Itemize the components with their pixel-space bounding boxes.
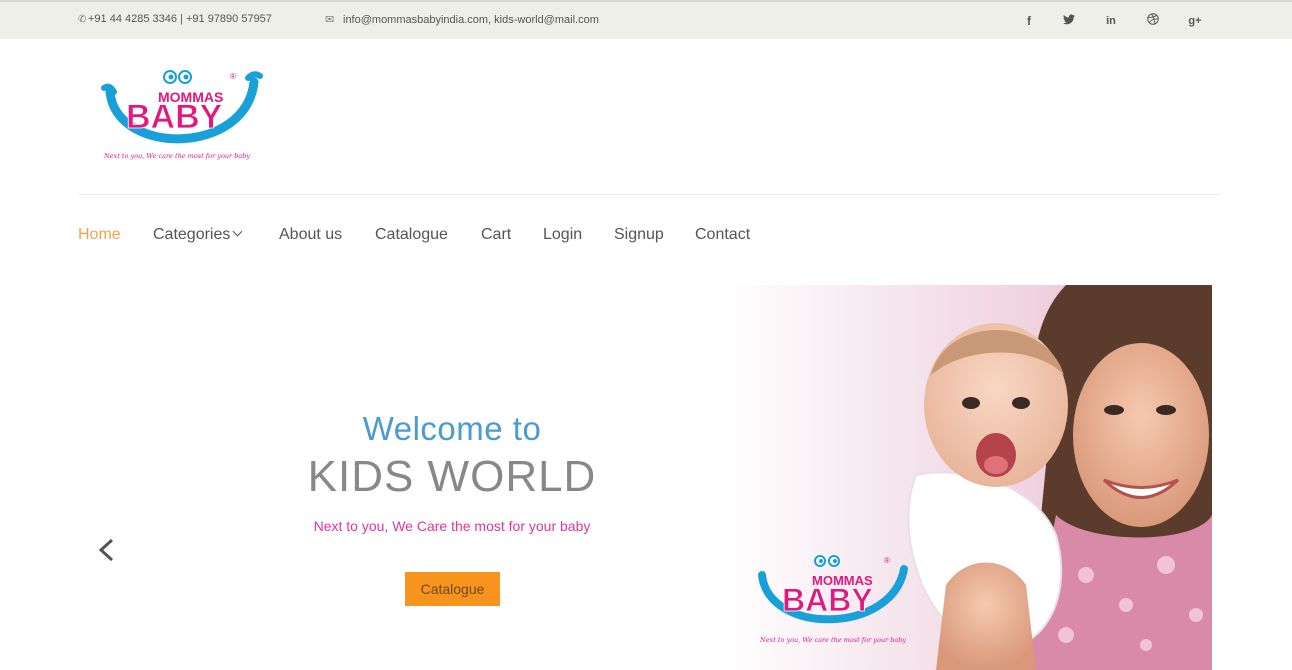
header-divider <box>78 194 1220 195</box>
nav-home[interactable]: Home <box>78 226 121 244</box>
top-bar: ✆ +91 44 4285 3346 | +91 97890 57957 ✉ inf… <box>0 0 1292 39</box>
svg-text:BABY: BABY <box>782 582 873 618</box>
site-logo[interactable]: MOMMAS BABY ® Next to you, We care the m… <box>96 60 266 165</box>
email-contact: ✉ info@mommasbabyindia.com, kids-world@ma… <box>325 13 599 26</box>
nav-contact[interactable]: Contact <box>695 226 750 244</box>
phone-icon: ✆ <box>78 14 87 25</box>
chevron-down-icon <box>232 226 243 237</box>
svg-text:®: ® <box>884 556 890 565</box>
hero-title: KIDS WORLD <box>307 452 597 501</box>
nav-signup[interactable]: Signup <box>614 226 664 244</box>
hero-tagline: Next to you, We Care the most for your b… <box>313 518 591 534</box>
email-addresses: info@mommasbabyindia.com, kids-world@mai… <box>343 14 599 26</box>
svg-text:®: ® <box>230 72 236 81</box>
svg-text:Next to you, We care the most: Next to you, We care the most for your b… <box>759 636 906 644</box>
catalogue-button[interactable]: Catalogue <box>405 572 500 606</box>
nav-catalogue[interactable]: Catalogue <box>375 226 448 244</box>
nav-login[interactable]: Login <box>543 226 582 244</box>
nav-categories[interactable]: Categories <box>153 226 243 244</box>
phone-numbers: +91 44 4285 3346 | +91 97890 57957 <box>88 13 272 25</box>
hero-image: MOMMAS BABY ® Next to you, We care the m… <box>726 285 1212 670</box>
nav-cart[interactable]: Cart <box>481 226 511 244</box>
phone-contact: ✆ +91 44 4285 3346 | +91 97890 57957 <box>78 13 272 25</box>
logo-tagline: Next to you, We care the most for your b… <box>103 152 250 160</box>
hero-welcome: Welcome to <box>362 410 542 447</box>
dribbble-icon[interactable] <box>1143 12 1163 32</box>
nav-about-us[interactable]: About us <box>279 226 342 244</box>
carousel-prev-icon[interactable] <box>96 538 118 562</box>
linkedin-icon[interactable]: in <box>1101 12 1121 32</box>
envelope-icon: ✉ <box>325 14 335 26</box>
carousel-next-icon[interactable] <box>1210 538 1232 562</box>
google-plus-icon[interactable]: g+ <box>1185 12 1205 32</box>
nav-categories-label: Categories <box>153 226 231 243</box>
twitter-icon[interactable] <box>1059 12 1079 32</box>
facebook-icon[interactable]: f <box>1019 12 1039 32</box>
logo-main-text: BABY <box>126 98 223 136</box>
